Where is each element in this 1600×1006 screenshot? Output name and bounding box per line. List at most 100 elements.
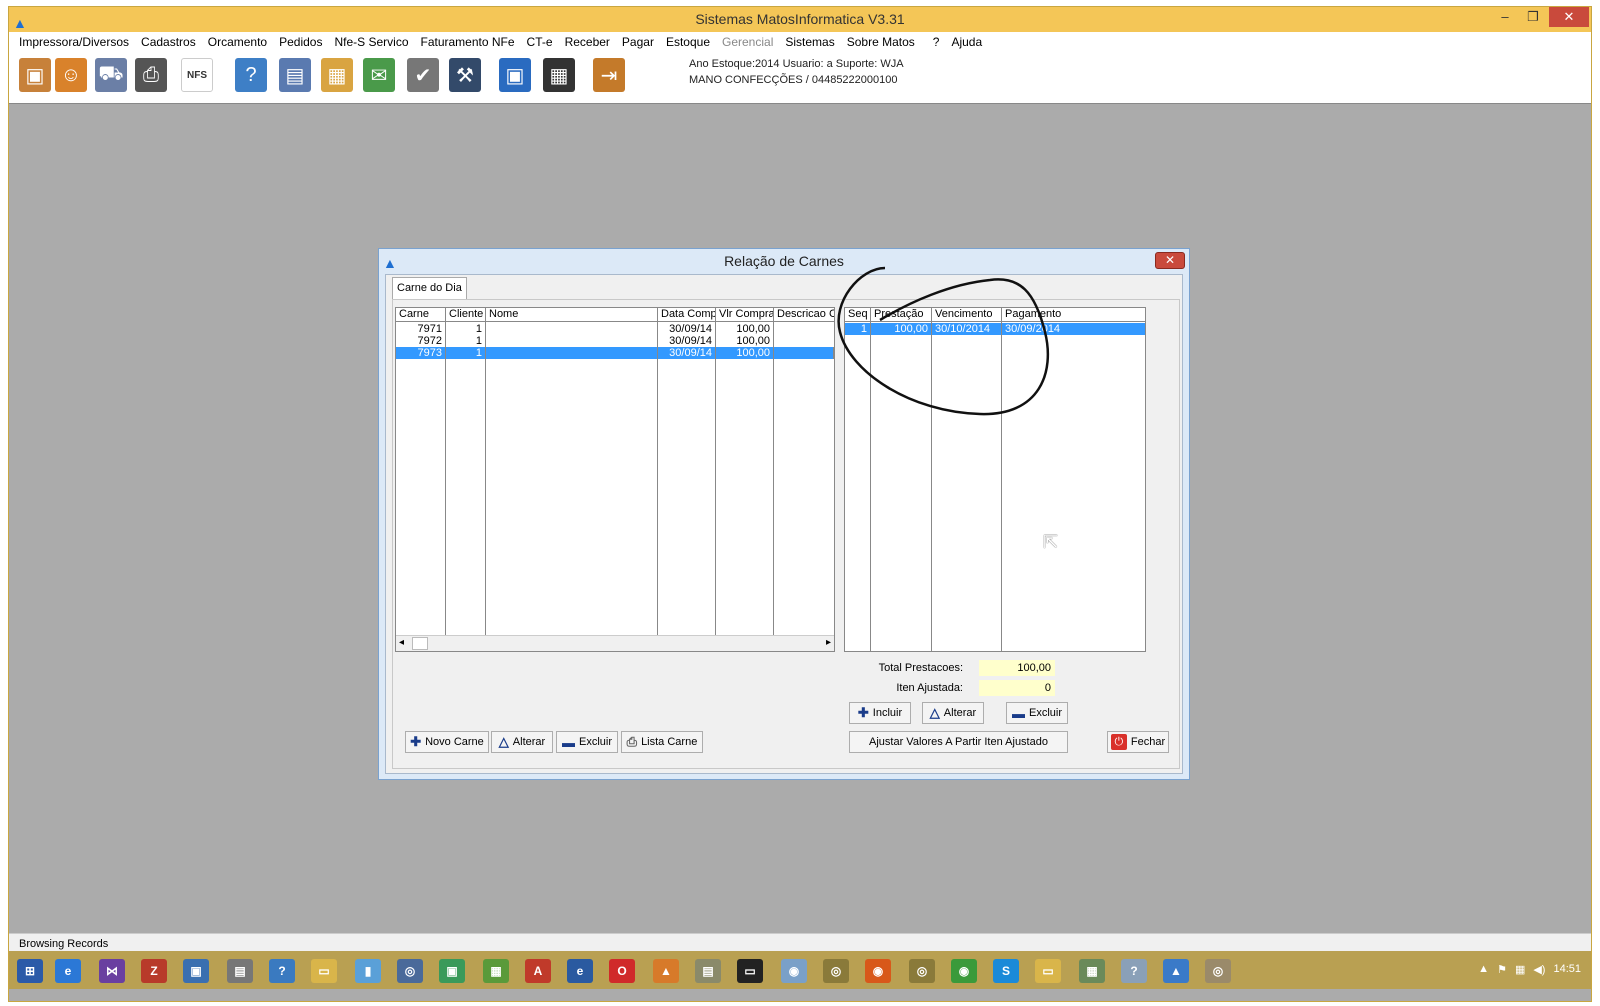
scroll-right-icon[interactable]: ▸ (826, 637, 831, 648)
iten-ajustada-value[interactable]: 0 (979, 680, 1055, 696)
tray-network-icon[interactable]: ▦ (1515, 963, 1525, 976)
menu-sistemas[interactable]: Sistemas (779, 35, 840, 49)
calculator-icon[interactable]: ▦ (543, 58, 575, 92)
visual-studio-icon[interactable]: ⋈ (99, 959, 125, 983)
table-row[interactable]: 7971 1 30/09/14 100,00 (396, 323, 834, 335)
col-descricao[interactable]: Descricao Co (774, 308, 834, 321)
clock[interactable]: 14:51 (1553, 963, 1581, 976)
carnes-grid[interactable]: Carne Cliente Nome Data Comp Vlr Compra … (395, 307, 835, 652)
filezilla-icon[interactable]: Z (141, 959, 167, 983)
skype-icon[interactable]: S (993, 959, 1019, 983)
table-row-selected[interactable]: 7973 1 30/09/14 100,00 (396, 347, 834, 359)
minimize-button[interactable]: – (1493, 7, 1517, 27)
restore-button[interactable]: ❐ (1521, 7, 1545, 27)
app-icon-8[interactable]: ▮ (355, 959, 381, 983)
gift-icon[interactable]: ▣ (19, 58, 51, 92)
menu-gerencial[interactable]: Gerencial (716, 35, 779, 49)
fechar-button[interactable]: ⏻ Fechar (1107, 731, 1169, 753)
menu-ajuda[interactable]: ? Ajuda (921, 35, 994, 49)
menu-faturamento[interactable]: Faturamento NFe (415, 35, 521, 49)
truck-icon[interactable]: ⛟ (95, 58, 127, 92)
app-icon-11[interactable]: ▦ (483, 959, 509, 983)
acrobat-icon[interactable]: A (525, 959, 551, 983)
app-icon-25[interactable]: ▦ (1079, 959, 1105, 983)
tray-up-icon[interactable]: ▲ (1478, 963, 1489, 976)
col-carne[interactable]: Carne (396, 308, 446, 321)
app-icon-6[interactable]: ? (269, 959, 295, 983)
dialog-close-icon[interactable]: ✕ (1155, 252, 1185, 269)
table-row[interactable]: 7972 1 30/09/14 100,00 (396, 335, 834, 347)
ajustar-valores-button[interactable]: Ajustar Valores A Partir Iten Ajustado (849, 731, 1068, 753)
app-icon-13[interactable]: e (567, 959, 593, 983)
help-icon[interactable]: ? (235, 58, 267, 92)
col-data-comp[interactable]: Data Comp (658, 308, 716, 321)
printer-icon: ⎙ (626, 734, 638, 749)
nfse-icon[interactable]: NFS (181, 58, 213, 92)
tray-flag-icon[interactable]: ⚑ (1497, 963, 1507, 976)
app-icon-21[interactable]: ◎ (909, 959, 935, 983)
exit-icon[interactable]: ⇥ (593, 58, 625, 92)
plus-icon: ✚ (857, 705, 869, 720)
chrome-icon[interactable]: ◉ (951, 959, 977, 983)
excluir-carne-button[interactable]: ▬ Excluir (556, 731, 618, 753)
scroll-thumb[interactable] (412, 637, 428, 650)
menu-impressora[interactable]: Impressora/Diversos (13, 35, 135, 49)
document-icon[interactable]: ▤ (279, 58, 311, 92)
col-nome[interactable]: Nome (486, 308, 658, 321)
excluir-prestacao-button[interactable]: ▬ Excluir (1006, 702, 1068, 724)
minus-icon: ▬ (561, 734, 575, 750)
alterar-prestacao-button[interactable]: △ Alterar (922, 702, 984, 724)
menu-bar: Impressora/Diversos Cadastros Orcamento … (9, 32, 1591, 52)
alterar-carne-button[interactable]: △ Alterar (491, 731, 553, 753)
firefox-icon[interactable]: ◉ (865, 959, 891, 983)
scroll-left-icon[interactable]: ◂ (399, 637, 404, 648)
app-icon-9[interactable]: ◎ (397, 959, 423, 983)
notepad-icon[interactable]: ▤ (695, 959, 721, 983)
col-cliente[interactable]: Cliente (446, 308, 486, 321)
people-icon[interactable]: ☺ (55, 58, 87, 92)
horizontal-scrollbar[interactable]: ◂ ▸ (396, 635, 834, 651)
menu-pedidos[interactable]: Pedidos (273, 35, 328, 49)
grid-line (773, 322, 774, 651)
menu-cte[interactable]: CT-e (521, 35, 559, 49)
network-icon[interactable]: ▣ (183, 959, 209, 983)
app-icon-5[interactable]: ▤ (227, 959, 253, 983)
save-icon[interactable]: ▣ (499, 58, 531, 92)
folder-icon[interactable]: ▭ (311, 959, 337, 983)
start-icon[interactable]: ⊞ (17, 959, 43, 983)
plus-icon: ✚ (410, 734, 422, 749)
menu-receber[interactable]: Receber (559, 35, 616, 49)
lista-carne-button[interactable]: ⎙ Lista Carne (621, 731, 703, 753)
box-icon[interactable]: ▦ (321, 58, 353, 92)
opera-icon[interactable]: O (609, 959, 635, 983)
menu-estoque[interactable]: Estoque (660, 35, 716, 49)
app-icon-18[interactable]: ◉ (781, 959, 807, 983)
tray-volume-icon[interactable]: ◀) (1533, 963, 1545, 976)
close-button[interactable]: ✕ (1549, 7, 1589, 27)
novo-carne-button[interactable]: ✚ Novo Carne (405, 731, 489, 753)
incluir-button[interactable]: ✚ Incluir (849, 702, 911, 724)
mail-icon[interactable]: ✉ (363, 58, 395, 92)
app-icon-26[interactable]: ? (1121, 959, 1147, 983)
dialog-title-bar: ▲ Relação de Carnes ✕ (379, 249, 1189, 273)
app-icon-15[interactable]: ▲ (653, 959, 679, 983)
explorer-icon[interactable]: ▭ (1035, 959, 1061, 983)
app-icon-19[interactable]: ◎ (823, 959, 849, 983)
menu-sobre[interactable]: Sobre Matos (841, 35, 921, 49)
printer-icon[interactable]: ⎙ (135, 58, 167, 92)
menu-pagar[interactable]: Pagar (616, 35, 660, 49)
tab-carne-do-dia[interactable]: Carne do Dia (392, 277, 467, 299)
app-icon-28[interactable]: ◎ (1205, 959, 1231, 983)
browser-icon[interactable]: e (55, 959, 81, 983)
menu-cadastros[interactable]: Cadastros (135, 35, 202, 49)
matos-app-icon[interactable]: ▲ (1163, 959, 1189, 983)
carnes-dialog: ▲ Relação de Carnes ✕ Carne do Dia Carne… (378, 248, 1190, 780)
check-icon[interactable]: ✔ (407, 58, 439, 92)
system-tray: ▲ ⚑ ▦ ◀) 14:51 (1478, 963, 1581, 976)
menu-orcamento[interactable]: Orcamento (202, 35, 273, 49)
app-icon-10[interactable]: ▣ (439, 959, 465, 983)
menu-nfe-servico[interactable]: Nfe-S Servico (328, 35, 414, 49)
tools-icon[interactable]: ⚒ (449, 58, 481, 92)
col-vlr-compra[interactable]: Vlr Compra (716, 308, 774, 321)
terminal-icon[interactable]: ▭ (737, 959, 763, 983)
